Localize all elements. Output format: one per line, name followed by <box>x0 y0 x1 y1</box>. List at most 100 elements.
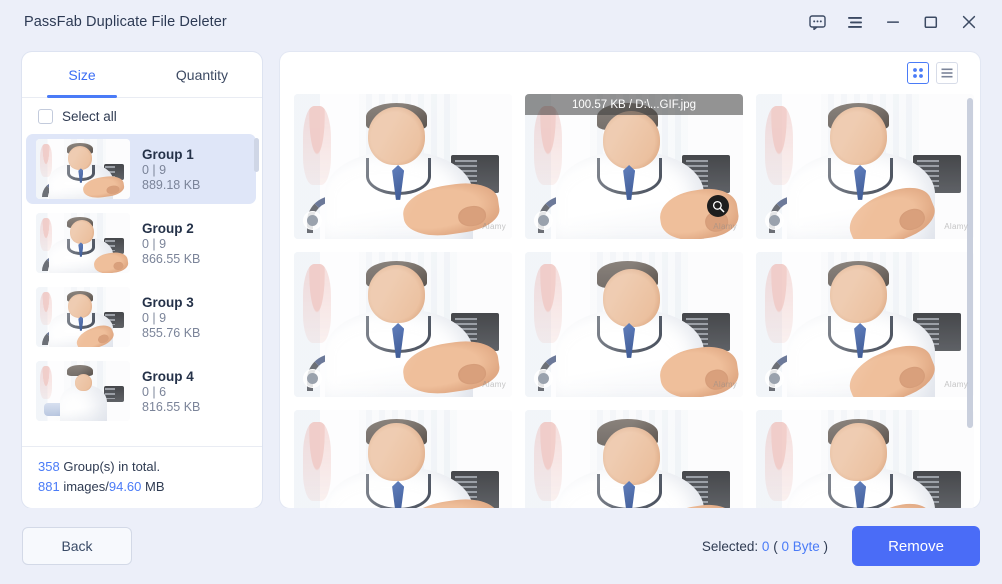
images-count: 881 <box>38 478 60 494</box>
thumbnail-image-3 <box>756 94 974 239</box>
thumbnail-image-4 <box>294 252 512 397</box>
sidebar-tabs: Size Quantity <box>22 52 262 98</box>
back-button[interactable]: Back <box>22 527 132 565</box>
images-total-line: 881 images/94.60 MB <box>38 477 262 497</box>
thumbnail-select-radio-2[interactable] <box>534 211 553 230</box>
view-toolbar <box>280 52 980 94</box>
thumbnail-image-9 <box>756 410 974 508</box>
group-count-1: 0 | 9 <box>142 162 167 177</box>
images-size-unit: MB <box>145 478 165 494</box>
group-meta-3: Group 3 0 | 9 855.76 KB <box>142 295 200 340</box>
thumbnail-image-7 <box>294 410 512 508</box>
thumbnail-cell-1[interactable]: Alamy <box>294 94 512 239</box>
main-body: Size Quantity Select all Group 1 0 | 9 8… <box>0 44 1002 508</box>
thumbnail-grid-wrapper: Alamy 100.57 KB / D:\...GIF.jpg Alamy Al… <box>280 94 980 508</box>
group-thumbnail-2 <box>36 213 130 273</box>
thumbnail-grid: Alamy 100.57 KB / D:\...GIF.jpg Alamy Al… <box>292 94 974 508</box>
selected-paren-close: ) <box>823 538 829 554</box>
selected-summary: Selected: 0 ( 0 Byte ) <box>702 539 828 554</box>
thumbnail-cell-4[interactable]: Alamy <box>294 252 512 397</box>
group-thumbnail-1 <box>36 139 130 199</box>
thumbnail-image-5 <box>525 252 743 397</box>
close-icon[interactable] <box>950 7 988 37</box>
thumbnail-select-radio-4[interactable] <box>303 369 322 388</box>
group-thumbnail-4 <box>36 361 130 421</box>
application-window: PassFab Duplicate File Deleter Size Quan… <box>0 0 1002 584</box>
sidebar-summary: 358 Group(s) in total. 881 images/94.60 … <box>22 445 262 508</box>
thumbnail-cell-5[interactable]: Alamy <box>525 252 743 397</box>
group-size-2: 866.55 KB <box>142 251 201 266</box>
group-meta-2: Group 2 0 | 9 866.55 KB <box>142 221 200 266</box>
group-name-2: Group 2 <box>142 220 194 236</box>
list-view-icon[interactable] <box>936 62 958 84</box>
thumbnail-cell-6[interactable]: Alamy <box>756 252 974 397</box>
group-thumbnail-3 <box>36 287 130 347</box>
feedback-icon[interactable] <box>798 7 836 37</box>
thumbnail-watermark-2: Alamy <box>713 222 737 231</box>
group-size-1: 889.18 KB <box>142 177 201 192</box>
thumbnail-select-radio-6[interactable] <box>765 369 784 388</box>
sidebar-scrollbar[interactable] <box>254 138 259 172</box>
group-total-line: 358 Group(s) in total. <box>38 457 262 477</box>
group-meta-4: Group 4 0 | 6 816.55 KB <box>142 369 200 414</box>
thumbnail-image-8 <box>525 410 743 508</box>
selected-count: 0 <box>761 538 770 554</box>
group-thumbnail-image-4 <box>36 361 130 421</box>
group-thumbnail-image-2 <box>36 213 130 273</box>
content-panel: Alamy 100.57 KB / D:\...GIF.jpg Alamy Al… <box>280 52 980 508</box>
thumbnail-watermark-3: Alamy <box>944 222 968 231</box>
thumbnail-watermark-1: Alamy <box>482 222 506 231</box>
thumbnail-image-2 <box>525 94 743 239</box>
thumbnail-select-radio-5[interactable] <box>534 369 553 388</box>
selected-paren-open: ( <box>773 538 778 554</box>
thumbnail-cell-3[interactable]: Alamy <box>756 94 974 239</box>
group-list-item-4[interactable]: Group 4 0 | 6 816.55 KB <box>26 356 256 426</box>
images-label: images/ <box>63 478 109 494</box>
remove-button[interactable]: Remove <box>852 526 980 566</box>
group-list-item-3[interactable]: Group 3 0 | 9 855.76 KB <box>26 282 256 352</box>
minimize-icon[interactable] <box>874 7 912 37</box>
thumbnail-info-tooltip: 100.57 KB / D:\...GIF.jpg <box>525 94 743 115</box>
group-count-2: 0 | 9 <box>142 236 167 251</box>
group-thumbnail-image-1 <box>36 139 130 199</box>
select-all-row[interactable]: Select all <box>22 98 262 134</box>
total-groups-suffix: Group(s) in total. <box>63 458 161 474</box>
group-list-item-2[interactable]: Group 2 0 | 9 866.55 KB <box>26 208 256 278</box>
group-count-3: 0 | 9 <box>142 310 167 325</box>
thumbnail-cell-9[interactable]: Alamy <box>756 410 974 508</box>
thumbnail-watermark-5: Alamy <box>713 380 737 389</box>
select-all-label: Select all <box>62 109 117 124</box>
magnifier-icon[interactable] <box>707 195 729 217</box>
maximize-icon[interactable] <box>912 7 950 37</box>
group-thumbnail-image-3 <box>36 287 130 347</box>
group-meta-1: Group 1 0 | 9 889.18 KB <box>142 147 200 192</box>
group-list-item-1[interactable]: Group 1 0 | 9 889.18 KB <box>26 134 256 204</box>
group-name-3: Group 3 <box>142 294 194 310</box>
thumbnail-select-radio-1[interactable] <box>303 211 322 230</box>
thumbnail-select-radio-3[interactable] <box>765 211 784 230</box>
group-count-4: 0 | 6 <box>142 384 167 399</box>
images-total-size: 94.60 <box>108 478 142 494</box>
thumbnail-cell-7[interactable]: Alamy <box>294 410 512 508</box>
window-controls <box>798 7 988 37</box>
selected-prefix: Selected: <box>701 538 759 554</box>
thumbnail-cell-8[interactable]: Alamy <box>525 410 743 508</box>
group-list[interactable]: Group 1 0 | 9 889.18 KB Group 2 0 | 9 86… <box>22 134 262 446</box>
thumbnail-image-6 <box>756 252 974 397</box>
title-bar: PassFab Duplicate File Deleter <box>0 0 1002 44</box>
menu-icon[interactable] <box>836 7 874 37</box>
thumbnail-image-1 <box>294 94 512 239</box>
select-all-checkbox[interactable] <box>38 109 53 124</box>
thumbnail-watermark-6: Alamy <box>944 380 968 389</box>
tab-quantity-label: Quantity <box>175 66 229 83</box>
thumbnail-cell-2[interactable]: 100.57 KB / D:\...GIF.jpg Alamy <box>525 94 743 239</box>
thumbnail-watermark-4: Alamy <box>482 380 506 389</box>
content-scrollbar[interactable] <box>967 98 973 428</box>
tab-quantity[interactable]: Quantity <box>142 52 262 97</box>
selected-size: 0 Byte <box>781 538 820 554</box>
tab-size-label: Size <box>68 66 96 83</box>
footer-bar: Back Selected: 0 ( 0 Byte ) Remove <box>0 508 1002 584</box>
tab-size[interactable]: Size <box>22 52 142 97</box>
app-title: PassFab Duplicate File Deleter <box>24 14 227 30</box>
grid-view-icon[interactable] <box>907 62 929 84</box>
